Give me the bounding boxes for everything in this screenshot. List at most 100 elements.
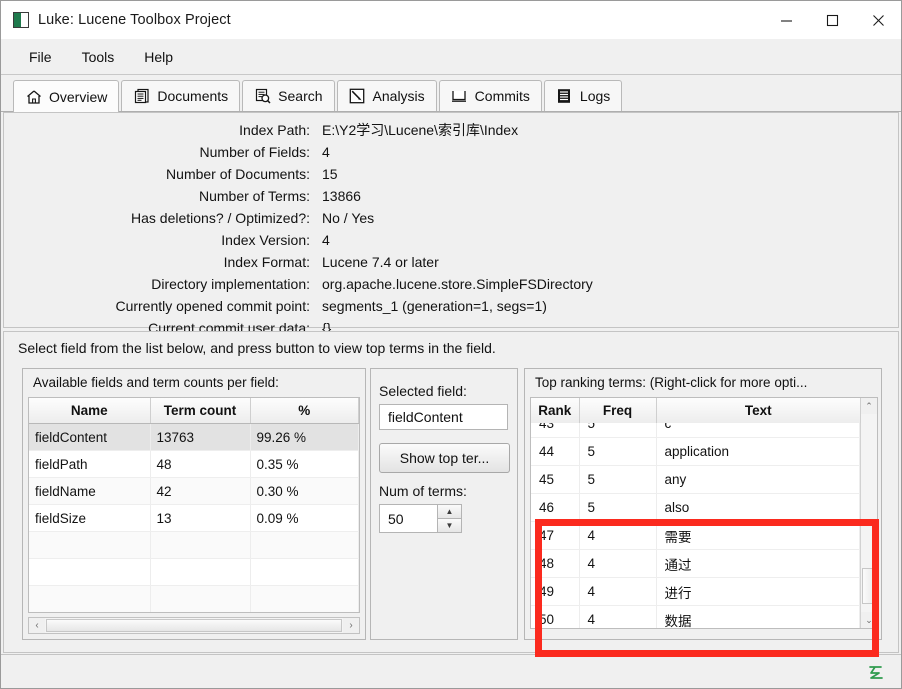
scroll-left-arrow-icon[interactable]: ‹: [29, 618, 45, 633]
sogou-input-icon[interactable]: [865, 661, 887, 683]
scroll-track[interactable]: [861, 414, 877, 612]
overview-row: Number of Terms: 13866: [4, 185, 898, 207]
overview-row: Number of Fields: 4: [4, 141, 898, 163]
selected-field-label: Selected field:: [379, 383, 467, 399]
selected-field-input[interactable]: fieldContent: [379, 404, 508, 430]
table-row[interactable]: fieldSize 13 0.09 %: [29, 504, 359, 532]
column-header-name[interactable]: Name: [29, 398, 151, 424]
table-row[interactable]: fieldContent 13763 99.26 %: [29, 423, 359, 451]
table-row[interactable]: 46 5 also: [531, 493, 860, 522]
fields-horizontal-scrollbar[interactable]: ‹ ›: [28, 617, 360, 634]
term-rank-cell: 45: [531, 465, 580, 494]
field-count-cell: 13: [150, 504, 251, 532]
scroll-up-arrow-icon[interactable]: ⌃: [861, 398, 877, 414]
menu-item-tools[interactable]: Tools: [70, 45, 127, 69]
overview-row: Index Path: E:\Y2学习\Lucene\索引库\Index: [4, 119, 898, 141]
tab-overview-label: Overview: [49, 88, 108, 105]
term-freq-cell: 4: [579, 549, 657, 578]
commits-icon: [451, 88, 468, 105]
table-row[interactable]: 50 4 数据: [531, 605, 860, 628]
menu-bar: File Tools Help: [1, 39, 901, 75]
spinner-down-icon[interactable]: ▼: [437, 518, 462, 533]
term-freq-cell: 5: [579, 465, 657, 494]
table-row[interactable]: 45 5 any: [531, 465, 860, 494]
close-button[interactable]: [855, 1, 901, 39]
top-terms-table[interactable]: 43 5 c 44 5 application 45 5 any 46 5 al…: [530, 397, 878, 629]
overview-row: Directory implementation: org.apache.luc…: [4, 273, 898, 295]
table-row-empty[interactable]: [29, 613, 359, 614]
term-freq-cell: 4: [579, 521, 657, 550]
field-count-cell: 48: [150, 450, 251, 478]
term-rank-cell: 49: [531, 577, 580, 606]
table-row[interactable]: 44 5 application: [531, 437, 860, 466]
available-fields-panel: Available fields and term counts per fie…: [22, 368, 366, 640]
show-top-terms-button[interactable]: Show top ter...: [379, 443, 510, 473]
tab-analysis[interactable]: Analysis: [336, 80, 437, 111]
analysis-icon: [349, 88, 366, 105]
term-rank-cell: 47: [531, 521, 580, 550]
overview-value-directory-implementation: org.apache.lucene.store.SimpleFSDirector…: [322, 276, 593, 292]
column-header-freq[interactable]: Freq: [579, 398, 657, 423]
overview-value-index-path: E:\Y2学习\Lucene\索引库\Index: [322, 122, 519, 138]
term-rank-cell: 46: [531, 493, 580, 522]
term-freq-cell: 4: [579, 577, 657, 606]
tab-commits[interactable]: Commits: [438, 80, 542, 111]
scroll-thumb[interactable]: [46, 619, 342, 632]
table-row-empty[interactable]: [29, 531, 359, 559]
terms-vertical-scrollbar[interactable]: ⌃ ⌄: [860, 398, 877, 628]
table-row[interactable]: fieldPath 48 0.35 %: [29, 450, 359, 478]
table-row-empty[interactable]: [29, 558, 359, 586]
available-fields-title: Available fields and term counts per fie…: [33, 375, 279, 390]
overview-label-directory-implementation: Directory implementation:: [151, 276, 310, 292]
tab-logs[interactable]: Logs: [543, 80, 623, 111]
menu-item-file[interactable]: File: [17, 45, 64, 69]
field-pct-cell: 99.26 %: [250, 423, 359, 451]
scroll-right-arrow-icon[interactable]: ›: [343, 618, 359, 633]
window-controls: [763, 1, 901, 39]
table-row-empty[interactable]: [29, 585, 359, 612]
scroll-down-arrow-icon[interactable]: ⌄: [861, 612, 877, 628]
num-of-terms-label: Num of terms:: [379, 483, 467, 499]
tab-search[interactable]: Search: [242, 80, 335, 111]
term-rank-cell: 50: [531, 605, 580, 628]
overview-value-commit-point: segments_1 (generation=1, segs=1): [322, 298, 547, 314]
overview-label-number-of-fields: Number of Fields:: [199, 144, 310, 160]
input-method-glyph-icon: [869, 666, 883, 679]
tab-overview[interactable]: Overview: [13, 80, 120, 112]
num-of-terms-stepper[interactable]: 50 ▲ ▼: [379, 504, 462, 533]
term-freq-cell: 4: [579, 605, 657, 628]
table-row[interactable]: fieldName 42 0.30 %: [29, 477, 359, 505]
overview-row: Currently opened commit point: segments_…: [4, 295, 898, 317]
field-name-cell: fieldPath: [29, 450, 151, 478]
status-bar: [1, 654, 901, 688]
scroll-track[interactable]: [45, 618, 343, 633]
column-header-percent[interactable]: %: [250, 398, 359, 424]
minimize-button[interactable]: [763, 1, 809, 39]
overview-value-number-of-documents: 15: [322, 166, 338, 182]
table-row[interactable]: 48 4 通过: [531, 549, 860, 578]
tab-documents[interactable]: Documents: [121, 80, 241, 111]
overview-value-number-of-terms: 13866: [322, 188, 361, 204]
tab-commits-label: Commits: [474, 88, 530, 104]
overview-value-number-of-fields: 4: [322, 144, 330, 160]
menu-item-help[interactable]: Help: [132, 45, 185, 69]
field-count-cell: 13763: [150, 423, 251, 451]
column-header-text[interactable]: Text: [656, 398, 861, 423]
overview-label-index-version: Index Version:: [221, 232, 310, 248]
scroll-thumb[interactable]: [862, 568, 876, 604]
spinner-up-icon[interactable]: ▲: [437, 504, 462, 518]
available-fields-table[interactable]: Name Term count % fieldContent 13763 99.…: [28, 397, 360, 613]
term-text-cell: 进行: [656, 577, 860, 606]
table-row[interactable]: 47 4 需要: [531, 521, 860, 550]
logs-icon: [556, 88, 573, 105]
overview-row: Index Version: 4: [4, 229, 898, 251]
table-row[interactable]: 49 4 进行: [531, 577, 860, 606]
maximize-button[interactable]: [809, 1, 855, 39]
term-controls-panel: Selected field: fieldContent Show top te…: [370, 368, 518, 640]
tab-documents-label: Documents: [157, 88, 229, 104]
column-header-term-count[interactable]: Term count: [150, 398, 251, 424]
overview-value-index-version: 4: [322, 232, 330, 248]
field-pct-cell: 0.09 %: [250, 504, 359, 532]
column-header-rank[interactable]: Rank: [531, 398, 580, 423]
num-of-terms-input[interactable]: 50: [379, 504, 437, 533]
